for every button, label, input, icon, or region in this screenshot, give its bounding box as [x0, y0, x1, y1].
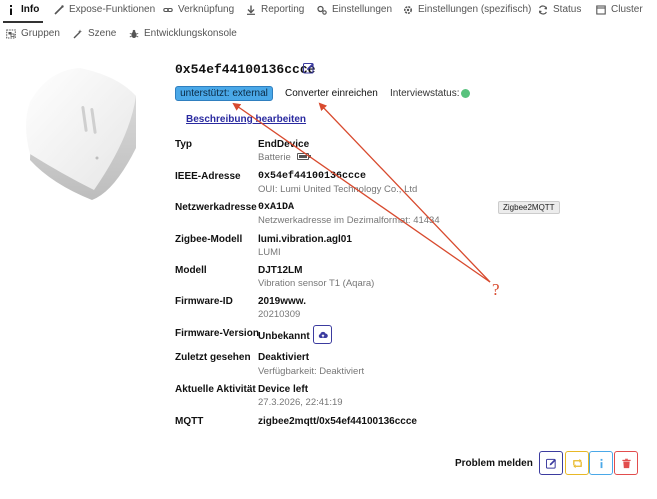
magic-icon	[73, 29, 83, 39]
value-firmware-id: 2019www.	[258, 296, 306, 307]
value-typ: EndDevice	[258, 139, 310, 150]
info-icon	[600, 458, 602, 468]
tab-label: Info	[21, 4, 40, 15]
delete-button[interactable]	[614, 451, 638, 475]
submit-converter-button[interactable]: Converter einreichen	[282, 86, 381, 101]
sub-netzwerkadresse: Netzwerkadresse im Dezimalformat: 41434	[258, 215, 440, 226]
tab-info[interactable]: Info	[6, 4, 39, 15]
label-zuletzt-gesehen: Zuletzt gesehen	[175, 352, 251, 363]
sub-zigbee-modell: LUMI	[258, 247, 281, 258]
tab-label: Einstellungen	[332, 4, 393, 15]
label-netzwerkadresse: Netzwerkadresse	[175, 202, 257, 213]
tooltip: Zigbee2MQTT	[498, 201, 560, 214]
tab-einstellungen-spezifisch[interactable]: Einstellungen (spezifisch)	[403, 4, 531, 15]
tab-label: Status	[553, 4, 582, 15]
interview-status-label: Interviewstatus:	[390, 88, 460, 99]
tab-cluster[interactable]: Cluster	[596, 4, 643, 15]
check-circle-icon	[461, 89, 470, 98]
report-problem-label[interactable]: Problem melden	[455, 458, 533, 469]
value-zuletzt-gesehen: Deaktiviert	[258, 352, 310, 363]
tab-verknuepfung[interactable]: Verknüpfung	[163, 4, 234, 15]
tab-entwicklungskonsole[interactable]: Entwicklungskonsole	[129, 28, 237, 39]
label-firmware-version: Firmware-Version	[175, 328, 259, 339]
tab-expose[interactable]: Expose-Funktionen	[54, 4, 155, 15]
sub-aktuelle-aktivitaet: 27.3.2026, 22:41:19	[258, 397, 343, 408]
tab-label: Einstellungen (spezifisch)	[418, 4, 532, 15]
interview-button[interactable]	[589, 451, 613, 475]
edit-icon	[545, 458, 556, 469]
label-typ: Typ	[175, 139, 193, 150]
annotation-question-mark: ?	[492, 280, 500, 299]
sub-typ: Batterie	[258, 152, 291, 163]
reconfigure-button[interactable]	[565, 451, 589, 475]
sub-firmware-id: 20210309	[258, 309, 301, 320]
retweet-icon	[572, 458, 582, 468]
edit-button[interactable]	[539, 451, 563, 475]
cogs-icon	[317, 5, 327, 15]
tab-label: Reporting	[261, 4, 305, 15]
support-status-badge: unterstützt: external	[175, 86, 273, 101]
edit-description-link[interactable]: Beschreibung bearbeiten	[186, 114, 306, 125]
value-aktuelle-aktivitaet: Device left	[258, 384, 309, 395]
value-ieee: 0x54ef44100136ccce	[258, 171, 367, 182]
tab-gruppen[interactable]: Gruppen	[6, 28, 60, 39]
tab-szene[interactable]: Szene	[73, 28, 116, 39]
value-netzwerkadresse: 0xA1DA	[258, 202, 295, 213]
download-icon	[246, 5, 256, 15]
tab-bar-secondary: Gruppen Szene Entwicklungskonsole	[0, 24, 657, 48]
trash-icon	[621, 458, 631, 468]
sync-icon	[538, 4, 548, 15]
bug-icon	[129, 29, 139, 39]
sub-ieee: OUI: Lumi United Technology Co., Ltd	[258, 184, 418, 195]
value-mqtt: zigbee2mqtt/0x54ef44100136ccce	[258, 416, 417, 427]
label-ieee: IEEE-Adresse	[175, 171, 241, 182]
tab-label: Gruppen	[21, 28, 60, 39]
label-firmware-id: Firmware-ID	[175, 296, 233, 307]
magic-wand-icon	[54, 4, 64, 15]
label-zigbee-modell: Zigbee-Modell	[175, 234, 243, 245]
ota-check-button[interactable]	[313, 325, 332, 344]
edit-name-icon[interactable]	[303, 62, 315, 74]
tab-label: Verknüpfung	[178, 4, 235, 15]
tab-einstellungen[interactable]: Einstellungen	[317, 4, 392, 15]
active-tab-indicator	[3, 21, 43, 23]
sub-modell: Vibration sensor T1 (Aqara)	[258, 278, 375, 289]
cloud-upload-icon	[318, 331, 328, 338]
battery-icon	[297, 153, 311, 160]
tab-label: Cluster	[611, 4, 643, 15]
sub-zuletzt-gesehen: Verfügbarkeit: Deaktiviert	[258, 366, 365, 377]
tab-label: Szene	[88, 28, 117, 39]
link-icon	[163, 5, 173, 15]
label-mqtt: MQTT	[175, 416, 204, 427]
device-image	[26, 68, 136, 200]
value-firmware-version: Unbekannt	[258, 331, 310, 342]
gear-icon	[403, 5, 413, 15]
value-zigbee-modell: lumi.vibration.agl01	[258, 234, 352, 245]
tab-label: Entwicklungskonsole	[144, 28, 237, 39]
tab-status[interactable]: Status	[538, 4, 581, 15]
tab-label: Expose-Funktionen	[69, 4, 156, 15]
object-group-icon	[6, 29, 16, 39]
tab-reporting[interactable]: Reporting	[246, 4, 304, 15]
info-icon	[6, 4, 16, 15]
tab-bar: Info Expose-Funktionen Verknüpfung Repor…	[0, 0, 657, 24]
label-modell: Modell	[175, 265, 207, 276]
value-modell[interactable]: DJT12LM	[258, 265, 302, 276]
label-aktuelle-aktivitaet: Aktuelle Aktivität	[175, 384, 256, 395]
window-icon	[596, 4, 606, 15]
device-title: 0x54ef44100136ccce	[175, 62, 316, 77]
